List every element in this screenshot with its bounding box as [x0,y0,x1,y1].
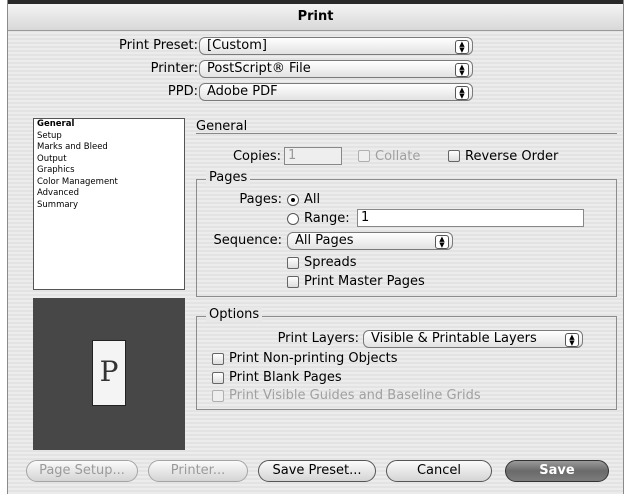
spreads-label: Spreads [304,255,357,270]
sidebar-item-advanced[interactable]: Advanced [34,188,184,200]
section-divider [196,133,617,134]
printer-label: Printer: [150,61,198,76]
sidebar-item-setup[interactable]: Setup [34,131,184,143]
reverse-order-checkbox[interactable] [448,150,460,162]
print-layers-value: Visible & Printable Layers [371,331,537,346]
collate-label: Collate [375,149,421,164]
sequence-label: Sequence: [213,233,282,248]
print-preset-value: [Custom] [207,38,267,53]
pages-label: Pages: [239,192,282,207]
print-master-pages-label: Print Master Pages [304,274,425,289]
print-blank-pages-checkbox[interactable] [212,372,224,384]
page-preview: P [33,298,185,450]
print-non-printing-checkbox[interactable] [212,353,224,365]
sidebar-item-output[interactable]: Output [34,154,184,166]
range-label: Range: [304,211,350,226]
print-guides-checkbox[interactable] [212,390,224,402]
print-layers-popup[interactable]: Visible & Printable Layers ▲ ▼ [363,330,583,348]
sidebar-item-general[interactable]: General [34,119,184,131]
sidebar-item-graphics[interactable]: Graphics [34,165,184,177]
save-button[interactable]: Save [505,460,609,482]
copies-field[interactable]: 1 [284,147,342,165]
spreads-checkbox[interactable] [287,257,299,269]
popup-arrows-icon: ▲ ▼ [455,63,469,77]
print-preset-popup[interactable]: [Custom] ▲ ▼ [199,37,473,55]
printer-popup[interactable]: PostScript® File ▲ ▼ [199,60,473,78]
print-layers-label: Print Layers: [277,331,359,346]
popup-arrows-icon: ▲ ▼ [565,333,579,347]
print-guides-label: Print Visible Guides and Baseline Grids [229,388,481,403]
sequence-popup[interactable]: All Pages ▲ ▼ [287,232,453,250]
print-master-pages-checkbox[interactable] [287,276,299,288]
popup-arrows-icon: ▲ ▼ [435,235,449,249]
printer-value: PostScript® File [207,61,311,76]
options-group-title: Options [206,307,263,322]
sidebar-item-marks-and-bleed[interactable]: Marks and Bleed [34,142,184,154]
reverse-order-label: Reverse Order [465,149,559,164]
dialog-title: Print [8,4,623,31]
collate-checkbox[interactable] [358,150,370,162]
sequence-value: All Pages [295,233,354,248]
cancel-button[interactable]: Cancel [386,460,492,482]
range-field[interactable]: 1 [357,209,584,227]
printer-button[interactable]: Printer... [148,460,248,482]
pages-group-title: Pages [206,170,251,185]
sidebar-item-summary[interactable]: Summary [34,200,184,212]
page-setup-button[interactable]: Page Setup... [26,460,138,482]
range-radio[interactable] [287,213,299,225]
popup-arrows-icon: ▲ ▼ [455,86,469,100]
category-list: General Setup Marks and Bleed Output Gra… [33,118,185,290]
print-dialog: Print Print Preset: [Custom] ▲ ▼ Printer:… [7,0,624,494]
all-pages-label: All [304,192,321,207]
sidebar-item-color-management[interactable]: Color Management [34,177,184,189]
ppd-popup[interactable]: Adobe PDF ▲ ▼ [199,83,473,101]
section-heading: General [196,119,248,134]
copies-label: Copies: [232,149,281,164]
ppd-value: Adobe PDF [207,84,278,99]
save-preset-button[interactable]: Save Preset... [258,460,376,482]
popup-arrows-icon: ▲ ▼ [455,40,469,54]
all-pages-radio[interactable] [287,194,299,206]
print-preset-label: Print Preset: [119,38,198,53]
ppd-label: PPD: [167,84,198,99]
print-blank-pages-label: Print Blank Pages [229,370,342,385]
page-thumbnail: P [92,340,126,406]
print-non-printing-label: Print Non-printing Objects [229,351,398,366]
